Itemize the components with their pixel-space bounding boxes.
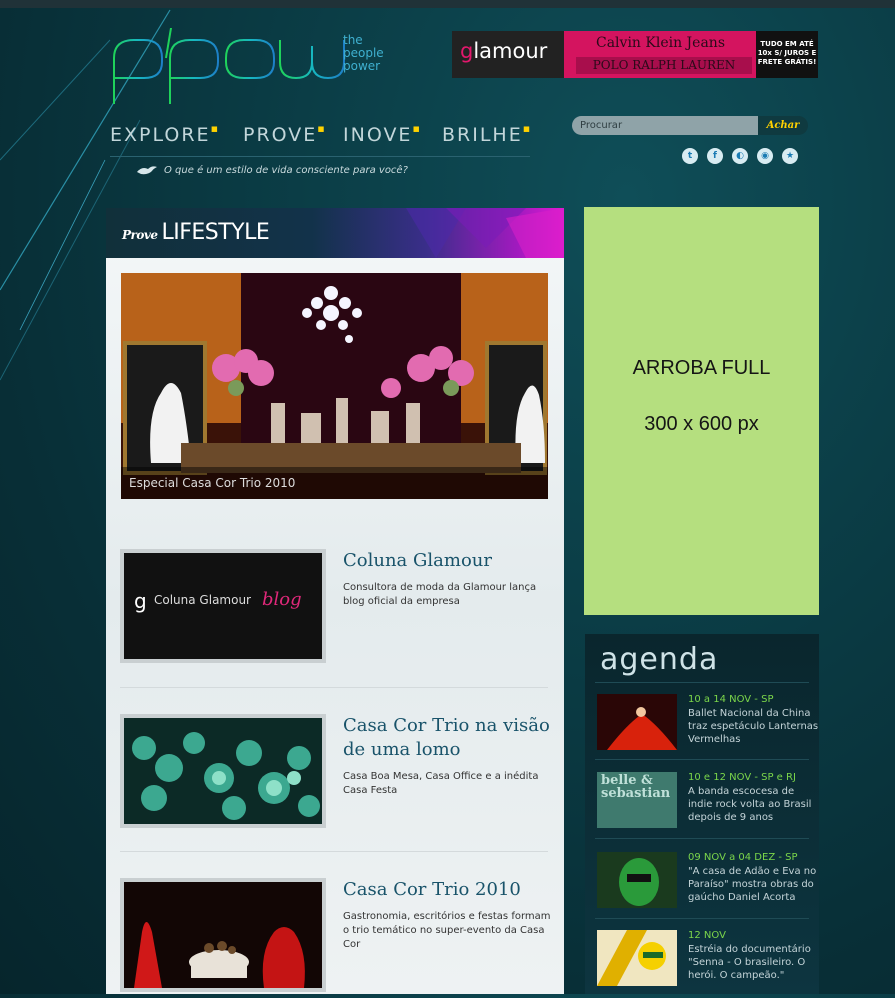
section-title-main: LIFESTYLE — [161, 220, 270, 245]
agenda-panel: agenda 10 a 14 NOV - SP Ballet Nacional … — [585, 634, 819, 994]
agenda-text[interactable]: Ballet Nacional da China traz espetáculo… — [688, 707, 819, 746]
art-photo — [597, 852, 677, 908]
article-description: Consultora de moda da Glamour lança blog… — [343, 582, 537, 607]
agenda-date: 10 a 14 NOV - SP — [688, 694, 774, 705]
lifestyle-panel: Prove LIFESTYLE Especial Casa Cor Trio 20… — [106, 208, 564, 994]
featured-caption: Especial Casa Cor Trio 2010 — [121, 467, 548, 499]
article-item[interactable]: g Coluna Glamour blog Coluna Glamour Con… — [120, 549, 550, 669]
banner-brand-rest: lamour — [473, 39, 548, 63]
article-title[interactable]: Casa Cor Trio 2010 — [343, 878, 553, 902]
logo-tagline: the people power — [343, 34, 384, 73]
search-input[interactable] — [572, 116, 762, 135]
banner-calvin-klein-text: Calvin Klein Jeans — [596, 35, 726, 51]
logo-tag-line: power — [343, 59, 381, 73]
bird-icon — [137, 166, 157, 175]
agenda-divider — [595, 682, 809, 683]
site-tagline[interactable]: O que é um estilo de vida consciente par… — [136, 164, 408, 176]
article-thumbnail[interactable]: g Coluna Glamour blog — [120, 549, 326, 663]
lomo-photo-graphic — [132, 732, 320, 820]
search-bar: Achar — [572, 116, 808, 135]
agenda-text[interactable]: "A casa de Adão e Eva no Paraíso" mostra… — [688, 865, 819, 904]
tagline-text: O que é um estilo de vida consciente par… — [164, 165, 408, 176]
globe-icon[interactable]: ◐ — [732, 147, 748, 164]
senna-photo — [597, 930, 677, 986]
agenda-text[interactable]: Estréia do documentário "Senna - O brasi… — [688, 943, 819, 982]
section-title-prefix: Prove — [122, 228, 158, 242]
casa-cor-photo-image — [124, 882, 322, 988]
agenda-item[interactable]: 09 NOV a 04 DEZ - SP "A casa de Adão e E… — [597, 852, 819, 922]
featured-photo — [121, 273, 548, 499]
agenda-title: agenda — [600, 642, 719, 677]
banner-brands-panel: Calvin Klein Jeans POLO RALPH LAUREN — [570, 31, 760, 78]
nav-dropdown-dot-icon: ▪ — [317, 122, 327, 135]
agenda-item[interactable]: 12 NOV Estréia do documentário "Senna - … — [597, 930, 819, 994]
banner-polo-text: POLO RALPH LAUREN — [576, 57, 752, 74]
ballet-photo — [607, 707, 677, 750]
nav-item-explore[interactable]: EXPLORE▪ — [110, 122, 221, 146]
article-divider — [120, 851, 548, 852]
nav-item-label: PROVE — [243, 124, 318, 146]
banner-promo-panel: TUDO EM ATÉ 10x S/ JUROS E FRETE GRÁTIS! — [756, 31, 818, 78]
search-button[interactable]: Achar — [758, 116, 808, 135]
article-description: Gastronomia, escritórios e festas formam… — [343, 911, 551, 950]
ad-line-2: 300 x 600 px — [644, 413, 759, 435]
thumb-brand-g: g — [134, 589, 147, 613]
ad-line-1: ARROBA FULL — [632, 357, 771, 379]
nav-item-inove[interactable]: INOVE▪ — [343, 122, 422, 146]
section-title: Prove LIFESTYLE — [122, 220, 270, 245]
article-thumbnail[interactable] — [120, 714, 326, 828]
section-header: Prove LIFESTYLE — [106, 208, 564, 258]
agenda-date: 12 NOV — [688, 930, 726, 941]
star-icon[interactable]: ★ — [782, 147, 798, 164]
banner-brand-g: g — [460, 39, 474, 63]
banner-promo-line: TUDO EM ATÉ — [760, 40, 814, 48]
article-divider — [120, 687, 548, 688]
agenda-thumbnail[interactable]: belle & sebastian — [597, 772, 677, 828]
article-item[interactable]: Casa Cor Trio 2010 Gastronomia, escritór… — [120, 878, 553, 998]
rss-icon[interactable]: ◉ — [757, 147, 773, 164]
lomo-photo-image — [124, 718, 322, 824]
main-nav: EXPLORE▪ PROVE▪ INOVE▪ BRILHE▪ — [110, 122, 533, 157]
thumb-brand-name: Coluna Glamour — [154, 593, 251, 607]
nav-item-label: BRILHE — [442, 124, 523, 146]
nav-dropdown-dot-icon: ▪ — [412, 122, 422, 135]
top-banner-ad[interactable]: glamour Calvin Klein Jeans POLO RALPH LA… — [452, 31, 818, 78]
nav-dropdown-dot-icon: ▪ — [522, 122, 533, 135]
agenda-item[interactable]: belle & sebastian 10 e 12 NOV - SP e RJ … — [597, 772, 819, 842]
casa-cor-photo-graphic — [134, 922, 305, 988]
featured-image[interactable]: Especial Casa Cor Trio 2010 — [121, 273, 548, 499]
nav-item-label: INOVE — [343, 124, 413, 146]
article-title[interactable]: Coluna Glamour — [343, 549, 553, 573]
agenda-date: 10 e 12 NOV - SP e RJ — [688, 772, 796, 783]
banner-promo-line: FRETE GRÁTIS! — [757, 58, 817, 66]
nav-item-label: EXPLORE — [110, 124, 211, 146]
agenda-thumbnail[interactable] — [597, 930, 677, 986]
thumb-blog-word: blog — [262, 589, 302, 610]
nav-dropdown-dot-icon: ▪ — [210, 122, 221, 135]
belle-sebastian-thumb-text: belle & sebastian — [601, 773, 671, 801]
coluna-glamour-blog-image: g Coluna Glamour blog — [124, 553, 322, 659]
nav-item-brilhe[interactable]: BRILHE▪ — [442, 122, 533, 146]
agenda-divider — [595, 918, 809, 919]
agenda-divider — [595, 759, 809, 760]
agenda-thumbnail[interactable] — [597, 694, 677, 750]
nav-item-prove[interactable]: PROVE▪ — [243, 122, 327, 146]
facebook-icon[interactable]: f — [707, 147, 723, 164]
banner-promo-line: 10x S/ JUROS E — [757, 49, 817, 57]
article-thumbnail[interactable] — [120, 878, 326, 992]
agenda-item[interactable]: 10 a 14 NOV - SP Ballet Nacional da Chin… — [597, 694, 819, 764]
agenda-thumbnail[interactable] — [597, 852, 677, 908]
article-description: Casa Boa Mesa, Casa Office e a inédita C… — [343, 771, 539, 796]
ad-placeholder[interactable]: ARROBA FULL 300 x 600 px — [584, 207, 819, 615]
banner-glamour-logo: glamour — [460, 39, 547, 63]
twitter-icon[interactable]: t — [682, 147, 698, 164]
banner-glamour-panel: glamour — [452, 31, 564, 78]
agenda-text[interactable]: A banda escocesa de indie rock volta ao … — [688, 785, 819, 824]
agenda-divider — [595, 838, 809, 839]
article-title[interactable]: Casa Cor Trio na visão de uma lomo — [343, 714, 553, 762]
agenda-date: 09 NOV a 04 DEZ - SP — [688, 852, 798, 863]
article-item[interactable]: Casa Cor Trio na visão de uma lomo Casa … — [120, 714, 550, 834]
social-links: t f ◐ ◉ ★ — [682, 145, 807, 164]
